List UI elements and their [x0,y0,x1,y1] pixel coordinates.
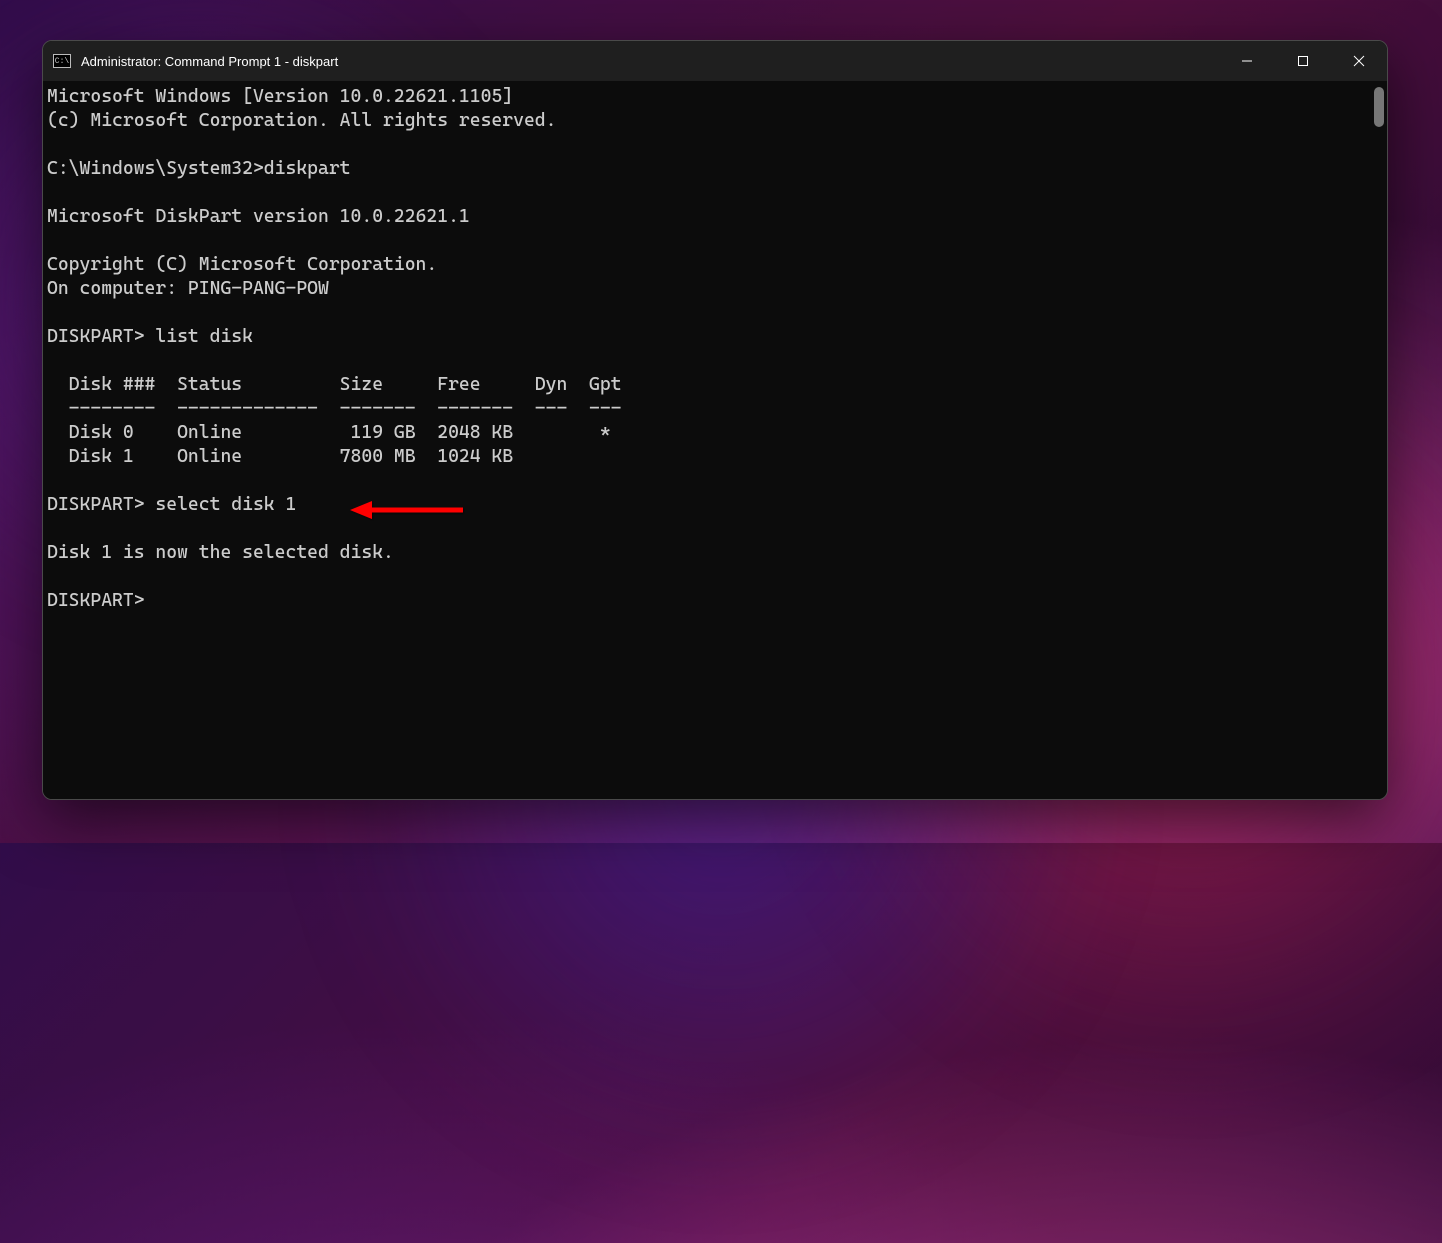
window-title: Administrator: Command Prompt 1 - diskpa… [81,54,1219,69]
command-select-disk: select disk 1 [155,494,296,515]
minimize-button[interactable] [1219,41,1275,81]
disk-table-row-1: Disk 1 Online 7800 MB 1024 KB [47,446,513,467]
computer-name-line: On computer: PING-PANG-POW [47,278,329,299]
command-diskpart: diskpart [264,158,351,179]
os-copyright-line: (c) Microsoft Corporation. All rights re… [47,110,556,131]
select-result-line: Disk 1 is now the selected disk. [47,542,394,563]
diskpart-version-line: Microsoft DiskPart version 10.0.22621.1 [47,206,470,227]
maximize-button[interactable] [1275,41,1331,81]
diskpart-copyright-line: Copyright (C) Microsoft Corporation. [47,254,437,275]
cmd-icon: C:\ [53,54,71,68]
command-list-disk: list disk [155,326,253,347]
command-prompt-window: C:\ Administrator: Command Prompt 1 - di… [42,40,1388,800]
diskpart-prompt: DISKPART> [47,326,145,347]
close-button[interactable] [1331,41,1387,81]
annotation-arrow-icon [348,497,468,523]
scrollbar-thumb[interactable] [1374,87,1384,127]
titlebar[interactable]: C:\ Administrator: Command Prompt 1 - di… [43,41,1387,81]
shell-prompt: C:\Windows\System32> [47,158,264,179]
disk-table-row-0: Disk 0 Online 119 GB 2048 KB * [47,422,611,443]
diskpart-prompt: DISKPART> [47,590,145,611]
disk-table-divider: -------- ------------- ------- ------- -… [47,398,622,419]
window-controls [1219,41,1387,81]
diskpart-prompt: DISKPART> [47,494,145,515]
os-version-line: Microsoft Windows [Version 10.0.22621.11… [47,86,513,107]
disk-table-header: Disk ### Status Size Free Dyn Gpt [47,374,622,395]
terminal-output[interactable]: Microsoft Windows [Version 10.0.22621.11… [43,81,1387,799]
